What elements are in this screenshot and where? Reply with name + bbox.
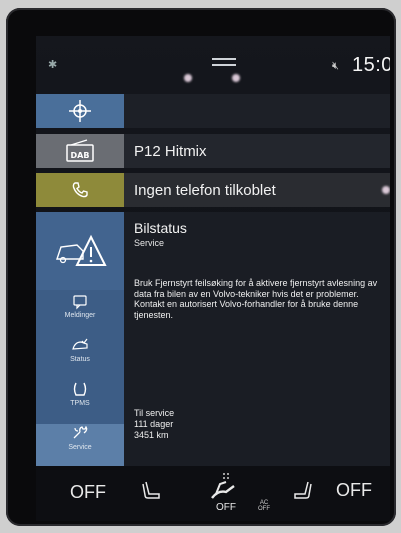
rail-item-messages-label: Meldinger: [64, 312, 96, 319]
media-title: P12 Hitmix: [134, 143, 207, 160]
phone-icon: [72, 182, 88, 198]
media-tile[interactable]: DAB P12 Hitmix: [36, 134, 390, 168]
passenger-temperature[interactable]: OFF: [336, 480, 372, 501]
car-status-title: Bilstatus: [134, 220, 187, 236]
dab-radio-icon: DAB: [66, 139, 94, 162]
driver-seat-icon[interactable]: [142, 480, 162, 502]
pull-down-handle[interactable]: [212, 58, 236, 66]
service-km: 3451 km: [134, 430, 169, 440]
service-label: Til service: [134, 408, 175, 418]
status-icon: [72, 338, 88, 350]
screen-glare: [184, 74, 192, 82]
rail-item-service[interactable]: Service: [36, 424, 124, 466]
ac-button[interactable]: AC OFF: [258, 500, 270, 512]
screen-glare: [232, 74, 240, 82]
navigation-tile[interactable]: [36, 94, 390, 128]
ac-status: OFF: [258, 506, 270, 512]
rail-item-status[interactable]: Status: [36, 336, 124, 378]
phone-tile-icon-area: [36, 173, 124, 207]
media-tile-icon-area: DAB: [36, 134, 124, 168]
tire-pressure-icon: [73, 382, 87, 396]
climate-bar: OFF OFF AC OFF OFF: [36, 466, 390, 521]
fan-status: OFF: [216, 502, 236, 513]
status-bar: ✱ 🔇︎ 15:00: [36, 36, 390, 96]
phone-status: Ingen telefon tilkoblet: [134, 182, 276, 199]
car-status-subtitle: Service: [134, 238, 165, 248]
car-status-tile: Meldinger Status TPMS Service Bilstatus …: [36, 212, 390, 466]
rail-item-status-label: Status: [70, 356, 90, 363]
fan-icon[interactable]: [206, 470, 240, 502]
service-days: 111 dager: [134, 419, 174, 429]
bluetooth-icon: ✱: [48, 59, 58, 71]
car-warning-icon: [56, 234, 107, 266]
compass-icon: [69, 100, 91, 122]
car-status-rail: Meldinger Status TPMS Service: [36, 212, 124, 466]
clock: 15:00: [352, 54, 390, 76]
rail-item-service-label: Service: [68, 444, 92, 451]
dab-icon-label: DAB: [71, 151, 90, 160]
car-status-message: Bruk Fjernstyrt feilsøking for å aktiver…: [134, 278, 378, 320]
car-warning-icon-area: [36, 212, 124, 290]
rail-item-tpms[interactable]: TPMS: [36, 380, 124, 422]
message-icon: [73, 295, 87, 310]
phone-tile[interactable]: Ingen telefon tilkoblet: [36, 173, 390, 207]
rail-item-tpms-label: TPMS: [70, 400, 90, 407]
rail-item-messages[interactable]: Meldinger: [36, 292, 124, 334]
driver-temperature[interactable]: OFF: [70, 482, 106, 503]
wrench-icon: [73, 425, 88, 439]
infotainment-screen: ✱ 🔇︎ 15:00 DAB P12 Hitmix: [36, 36, 390, 521]
screen-glare: [382, 186, 390, 194]
mute-icon: 🔇︎: [332, 60, 339, 72]
passenger-seat-icon[interactable]: [292, 480, 312, 502]
navigation-tile-icon-area: [36, 94, 124, 128]
